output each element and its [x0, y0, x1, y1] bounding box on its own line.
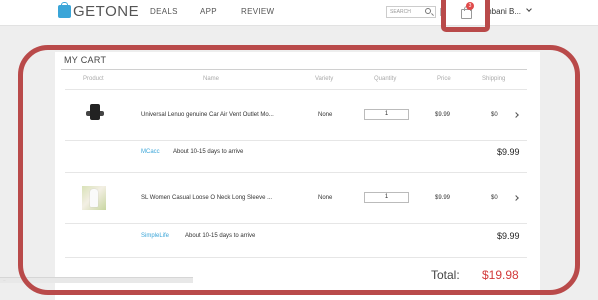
logo-text: GETONE [73, 2, 140, 20]
user-name[interactable]: mbani B... [485, 7, 521, 16]
nav-review[interactable]: REVIEW [241, 7, 274, 16]
nav-deals[interactable]: DEALS [150, 7, 178, 16]
chevron-down-icon[interactable] [526, 6, 532, 12]
highlight-box-cart [441, 0, 490, 32]
logo[interactable]: GETONE [58, 1, 139, 21]
top-header: GETONE DEALS APP REVIEW SEARCH 3 mbani B… [0, 0, 598, 26]
nav-app[interactable]: APP [200, 7, 217, 16]
search-icon[interactable] [425, 8, 431, 14]
highlight-box-cart-list [18, 45, 580, 295]
shopping-bag-icon [58, 1, 71, 18]
